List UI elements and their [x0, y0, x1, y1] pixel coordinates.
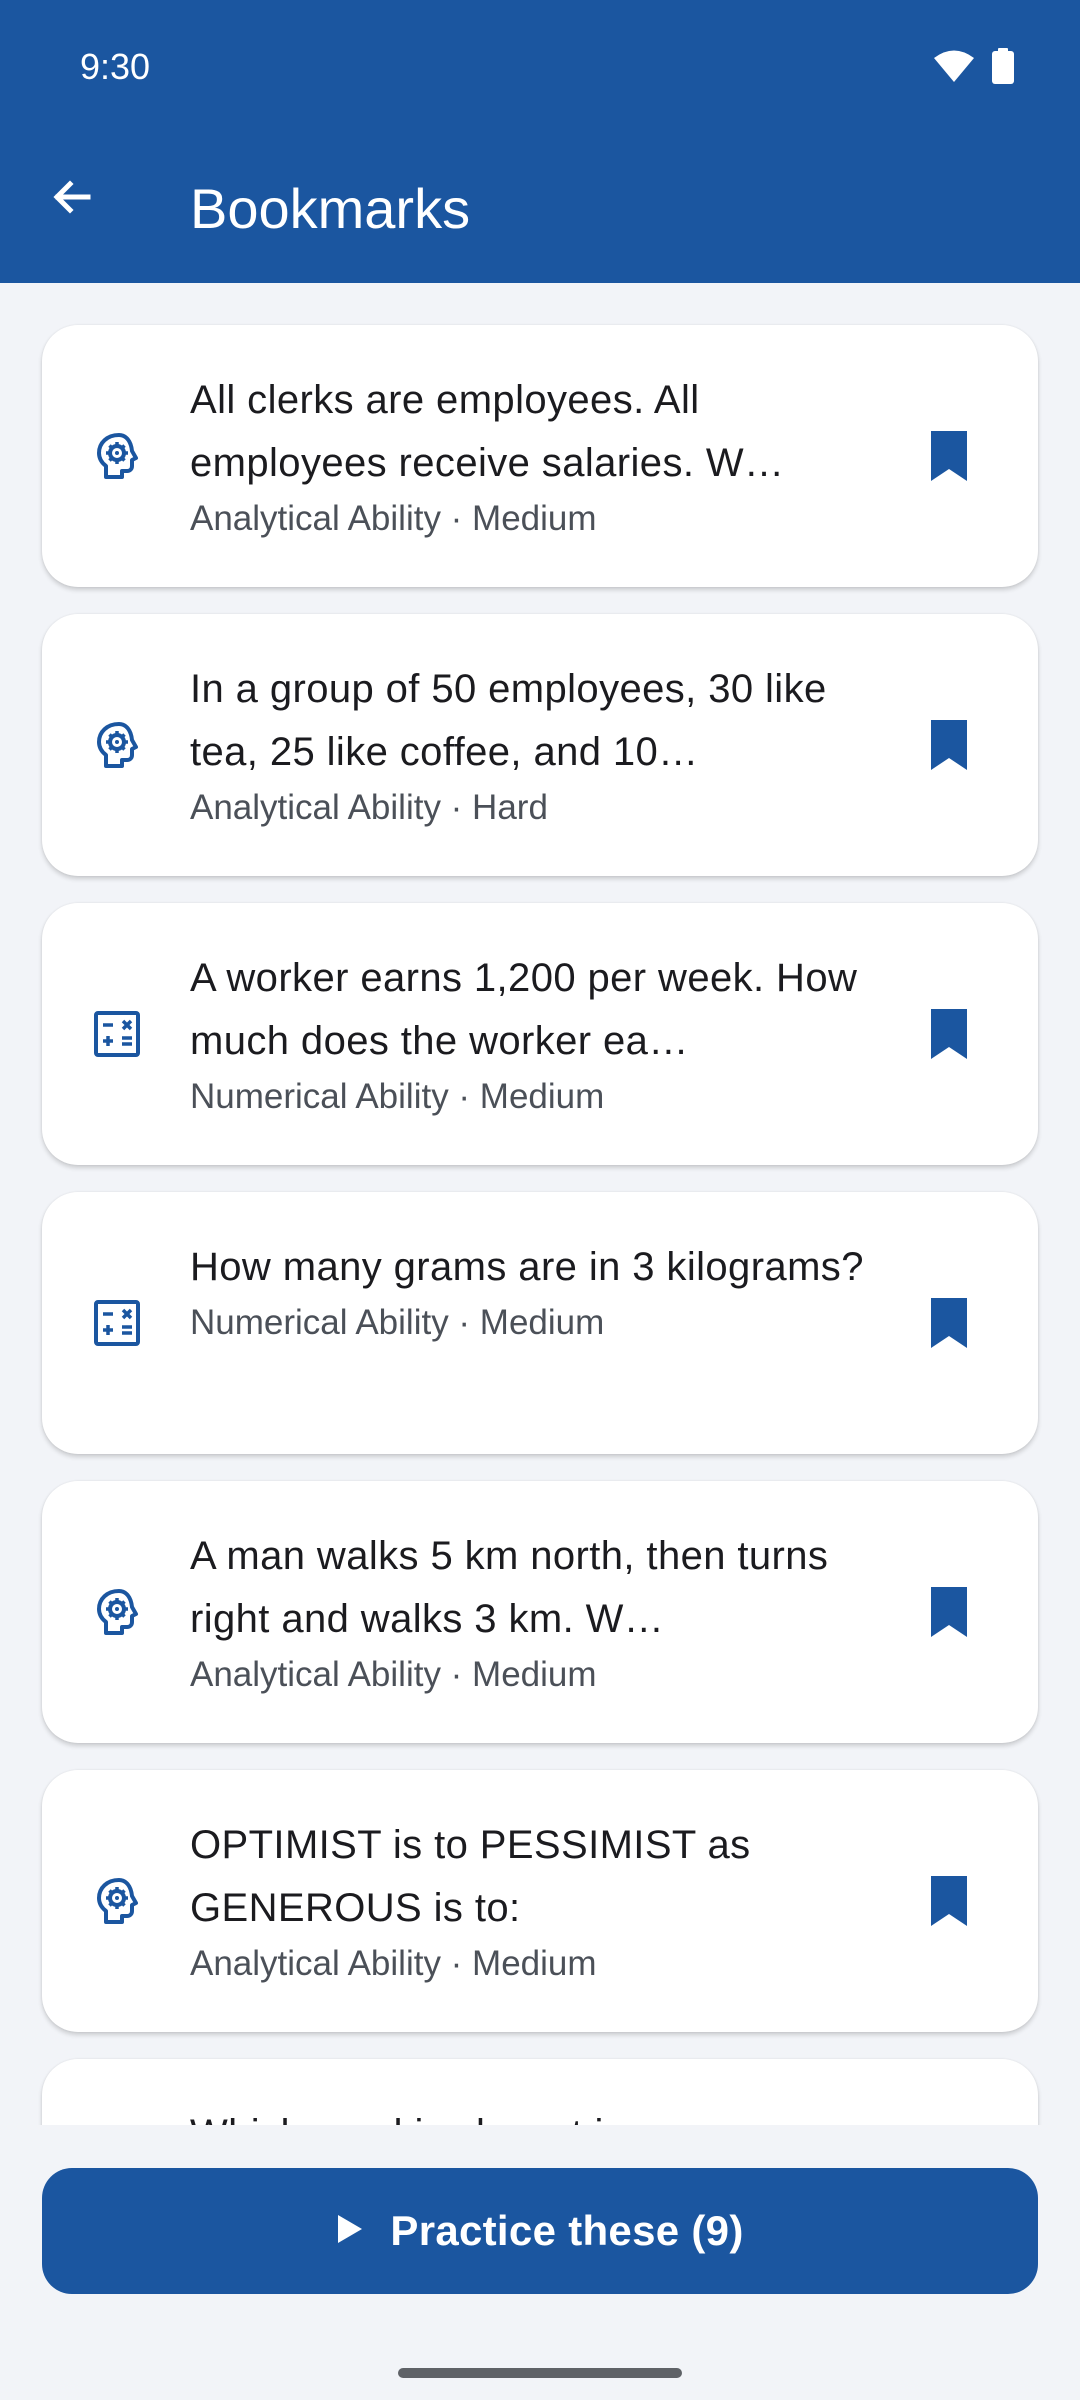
- bookmark-icon[interactable]: [914, 421, 984, 491]
- bookmark-text: A worker earns 1,200 per week. How much …: [190, 947, 870, 1121]
- bookmark-card[interactable]: Which word is closest in: [42, 2059, 1038, 2125]
- bookmark-card[interactable]: A worker earns 1,200 per week. How much …: [42, 903, 1038, 1165]
- bookmark-icon[interactable]: [914, 1577, 984, 1647]
- bookmark-icon[interactable]: [914, 1866, 984, 1936]
- battery-icon: [992, 48, 1014, 89]
- bookmark-card[interactable]: In a group of 50 employees, 30 like tea,…: [42, 614, 1038, 876]
- bottom-action-area: Practice these (9): [0, 2125, 1080, 2400]
- bookmark-icon[interactable]: [914, 710, 984, 780]
- home-indicator[interactable]: [398, 2368, 682, 2378]
- bookmark-question: Which word is closest in: [190, 2103, 870, 2125]
- arrow-left-icon: [48, 173, 96, 226]
- bookmark-category-difficulty: Numerical Ability · Medium: [190, 1077, 605, 1116]
- bookmark-question: How many grams are in 3 kilograms?: [190, 1245, 864, 1289]
- brain-gear-icon: [88, 1583, 146, 1641]
- back-button[interactable]: [36, 163, 108, 235]
- bookmark-card[interactable]: How many grams are in 3 kilograms? Numeri…: [42, 1192, 1038, 1454]
- calculator-icon: [88, 1005, 146, 1063]
- bookmark-text: All clerks are employees. All employees …: [190, 369, 870, 543]
- play-icon: [336, 2214, 364, 2249]
- status-time: 9:30: [80, 46, 151, 87]
- wifi-icon: [934, 49, 974, 88]
- bookmarks-screen: 9:30 Bookmarks All clerks are employees.…: [0, 0, 1080, 2400]
- bookmark-icon[interactable]: [914, 999, 984, 1069]
- bookmark-text: A man walks 5 km north, then turns right…: [190, 1525, 870, 1699]
- bookmark-card[interactable]: OPTIMIST is to PESSIMIST as GENEROUS is …: [42, 1770, 1038, 2032]
- bookmark-category-difficulty: Analytical Ability · Medium: [190, 499, 597, 538]
- bookmark-question: OPTIMIST is to PESSIMIST as GENEROUS is …: [190, 1823, 751, 1930]
- brain-gear-icon: [88, 1872, 146, 1930]
- practice-button[interactable]: Practice these (9): [42, 2168, 1038, 2294]
- bookmark-text: In a group of 50 employees, 30 like tea,…: [190, 658, 870, 832]
- bookmark-question: A worker earns 1,200 per week. How much …: [190, 956, 858, 1063]
- top-app-bar: 9:30 Bookmarks: [0, 0, 1080, 283]
- bookmark-text: OPTIMIST is to PESSIMIST as GENEROUS is …: [190, 1814, 870, 1988]
- bookmark-card[interactable]: All clerks are employees. All employees …: [42, 325, 1038, 587]
- bookmark-category-difficulty: Analytical Ability · Medium: [190, 1655, 597, 1694]
- bookmark-question: All clerks are employees. All employees …: [190, 378, 785, 485]
- bookmark-card[interactable]: A man walks 5 km north, then turns right…: [42, 1481, 1038, 1743]
- page-title: Bookmarks: [190, 177, 471, 240]
- brain-gear-icon: [88, 427, 146, 485]
- bookmark-question: In a group of 50 employees, 30 like tea,…: [190, 667, 827, 774]
- bookmark-text: Which word is closest in: [190, 2103, 870, 2125]
- bookmark-question: A man walks 5 km north, then turns right…: [190, 1534, 829, 1641]
- bookmark-list[interactable]: All clerks are employees. All employees …: [0, 283, 1080, 2125]
- practice-button-label: Practice these (9): [390, 2207, 744, 2254]
- bookmark-category-difficulty: Analytical Ability · Hard: [190, 788, 548, 827]
- calculator-icon: [88, 1294, 146, 1352]
- bookmark-category-difficulty: Numerical Ability · Medium: [190, 1303, 605, 1342]
- bookmark-text: How many grams are in 3 kilograms? Numeri…: [190, 1236, 870, 1347]
- brain-gear-icon: [88, 716, 146, 774]
- bookmark-category-difficulty: Analytical Ability · Medium: [190, 1944, 597, 1983]
- bookmark-icon[interactable]: [914, 1288, 984, 1358]
- status-icons: [934, 48, 1014, 89]
